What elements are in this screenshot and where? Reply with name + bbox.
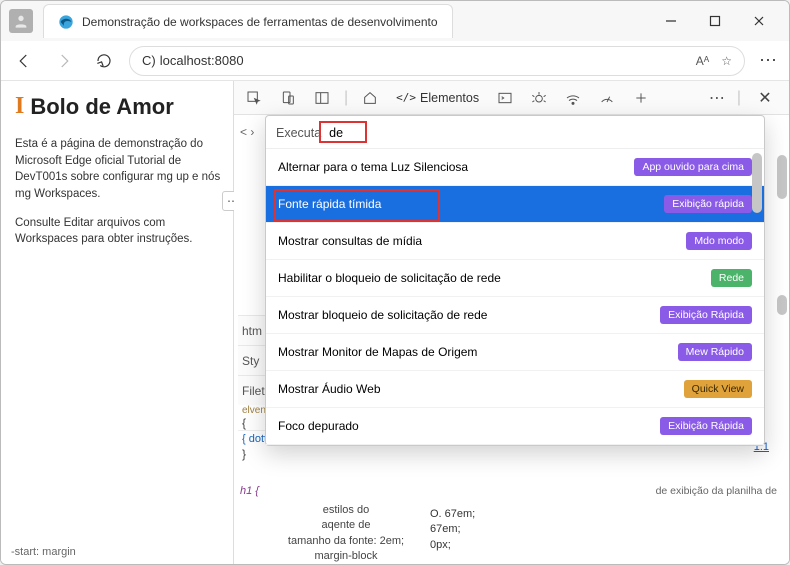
minimize-button[interactable] (649, 6, 693, 36)
command-item[interactable]: Alternar para o tema Luz SilenciosaApp o… (266, 149, 764, 186)
url-bar: C) localhost:8080 Aᴬ ☆ ⋯ (1, 41, 789, 81)
page-paragraph-2: Consulte Editar arquivos com Workspaces … (15, 215, 223, 248)
panel-icon[interactable] (310, 86, 334, 110)
tab-elements[interactable]: </>Elementos (392, 91, 483, 105)
reader-mode-icon[interactable]: Aᴬ (696, 54, 709, 68)
code-icon: </> (396, 91, 416, 104)
command-item-badge: Mdo modo (686, 232, 752, 250)
profile-avatar[interactable] (9, 9, 33, 33)
back-button[interactable] (9, 46, 39, 76)
page-heading: IBolo de Amor (15, 93, 223, 120)
command-item[interactable]: Fonte rápida tímidaExibição rápida (266, 186, 764, 223)
devtools-tabbar: | </>Elementos ⋯ | ✕ (234, 81, 789, 115)
reload-button[interactable] (89, 46, 119, 76)
command-item-badge: Exibição rápida (664, 195, 752, 213)
command-item-badge: Quick View (684, 380, 752, 398)
tab-title: Demonstração de workspaces de ferramenta… (82, 15, 438, 29)
heading-icon: I (15, 93, 24, 120)
command-item-badge: Exibição Rápida (660, 306, 752, 324)
edge-icon (58, 14, 74, 30)
styles-selector: h1 { (240, 485, 259, 497)
margin-start-label: -start: margin (11, 546, 76, 558)
favorite-icon[interactable]: ☆ (721, 54, 732, 68)
command-item-label: Mostrar bloqueio de solicitação de rede (278, 308, 660, 322)
command-menu: Executa ▲ Alternar para o tema Luz Silen… (265, 115, 765, 446)
add-tab-icon[interactable] (629, 86, 653, 110)
source-breadcrumb: < › (240, 125, 254, 139)
address-text: localhost:8080 (160, 53, 244, 68)
command-item-label: Mostrar consultas de mídia (278, 234, 686, 248)
browser-tab[interactable]: Demonstração de workspaces de ferramenta… (43, 4, 453, 38)
bug-icon[interactable] (527, 86, 551, 110)
command-item-label: Foco depurado (278, 419, 660, 433)
titlebar: Demonstração de workspaces de ferramenta… (1, 1, 789, 41)
styles-origin-note: de exibição da planilha de (656, 485, 777, 497)
command-item-badge: Rede (711, 269, 752, 287)
network-icon[interactable] (561, 86, 585, 110)
command-item[interactable]: Mostrar Monitor de Mapas de OrigemMew Rá… (266, 334, 764, 371)
close-button[interactable] (737, 6, 781, 36)
home-icon[interactable] (358, 86, 382, 110)
command-item-label: Mostrar Monitor de Mapas de Origem (278, 345, 678, 359)
command-list: Alternar para o tema Luz SilenciosaApp o… (266, 148, 764, 445)
device-icon[interactable] (276, 86, 300, 110)
command-item[interactable]: Mostrar consultas de mídiaMdo modo (266, 223, 764, 260)
command-item-badge: App ouvido para cima (634, 158, 752, 176)
styles-pane: h1 { de exibição da planilha de estilos … (240, 485, 777, 558)
page-paragraph-1: Esta é a página de demonstração do Micro… (15, 136, 223, 203)
command-item-label: Mostrar Áudio Web (278, 382, 684, 396)
address-prefix: C) (142, 53, 156, 68)
command-scrollbar[interactable] (752, 153, 762, 303)
command-item-label: Fonte rápida tímida (278, 197, 664, 211)
app-menu-button[interactable]: ⋯ (755, 50, 781, 71)
performance-icon[interactable] (595, 86, 619, 110)
command-item[interactable]: Habilitar o bloqueio de solicitação de r… (266, 260, 764, 297)
address-field[interactable]: C) localhost:8080 Aᴬ ☆ (129, 46, 745, 76)
page-content: IBolo de Amor Esta é a página de demonst… (1, 81, 233, 564)
stub-brace-close: } (238, 447, 283, 461)
devtools-menu-icon[interactable]: ⋯ (705, 86, 729, 110)
command-item[interactable]: Mostrar bloqueio de solicitação de redeE… (266, 297, 764, 334)
command-input[interactable] (327, 124, 367, 142)
forward-button[interactable] (49, 46, 79, 76)
styles-props: estilos do aqente de tamanho da fonte: 2… (276, 503, 416, 564)
command-item-badge: Mew Rápido (678, 343, 752, 361)
browser-window: Demonstração de workspaces de ferramenta… (0, 0, 790, 565)
command-item[interactable]: Foco depuradoExibição Rápida (266, 408, 764, 445)
command-item-label: Habilitar o bloqueio de solicitação de r… (278, 271, 711, 285)
devtools-scrollbar[interactable] (775, 155, 787, 454)
devtools-close-button[interactable]: ✕ (749, 88, 781, 108)
inspect-icon[interactable] (242, 86, 266, 110)
styles-values: O. 67em; 67em; 0px; (430, 507, 475, 553)
command-item-badge: Exibição Rápida (660, 417, 752, 435)
maximize-button[interactable] (693, 6, 737, 36)
console-icon[interactable] (493, 86, 517, 110)
command-input-row: Executa (266, 116, 764, 148)
command-prefix: Executa (276, 126, 321, 140)
heading-text: Bolo de Amor (30, 94, 173, 120)
command-item[interactable]: Mostrar Áudio WebQuick View (266, 371, 764, 408)
command-item-label: Alternar para o tema Luz Silenciosa (278, 160, 634, 174)
